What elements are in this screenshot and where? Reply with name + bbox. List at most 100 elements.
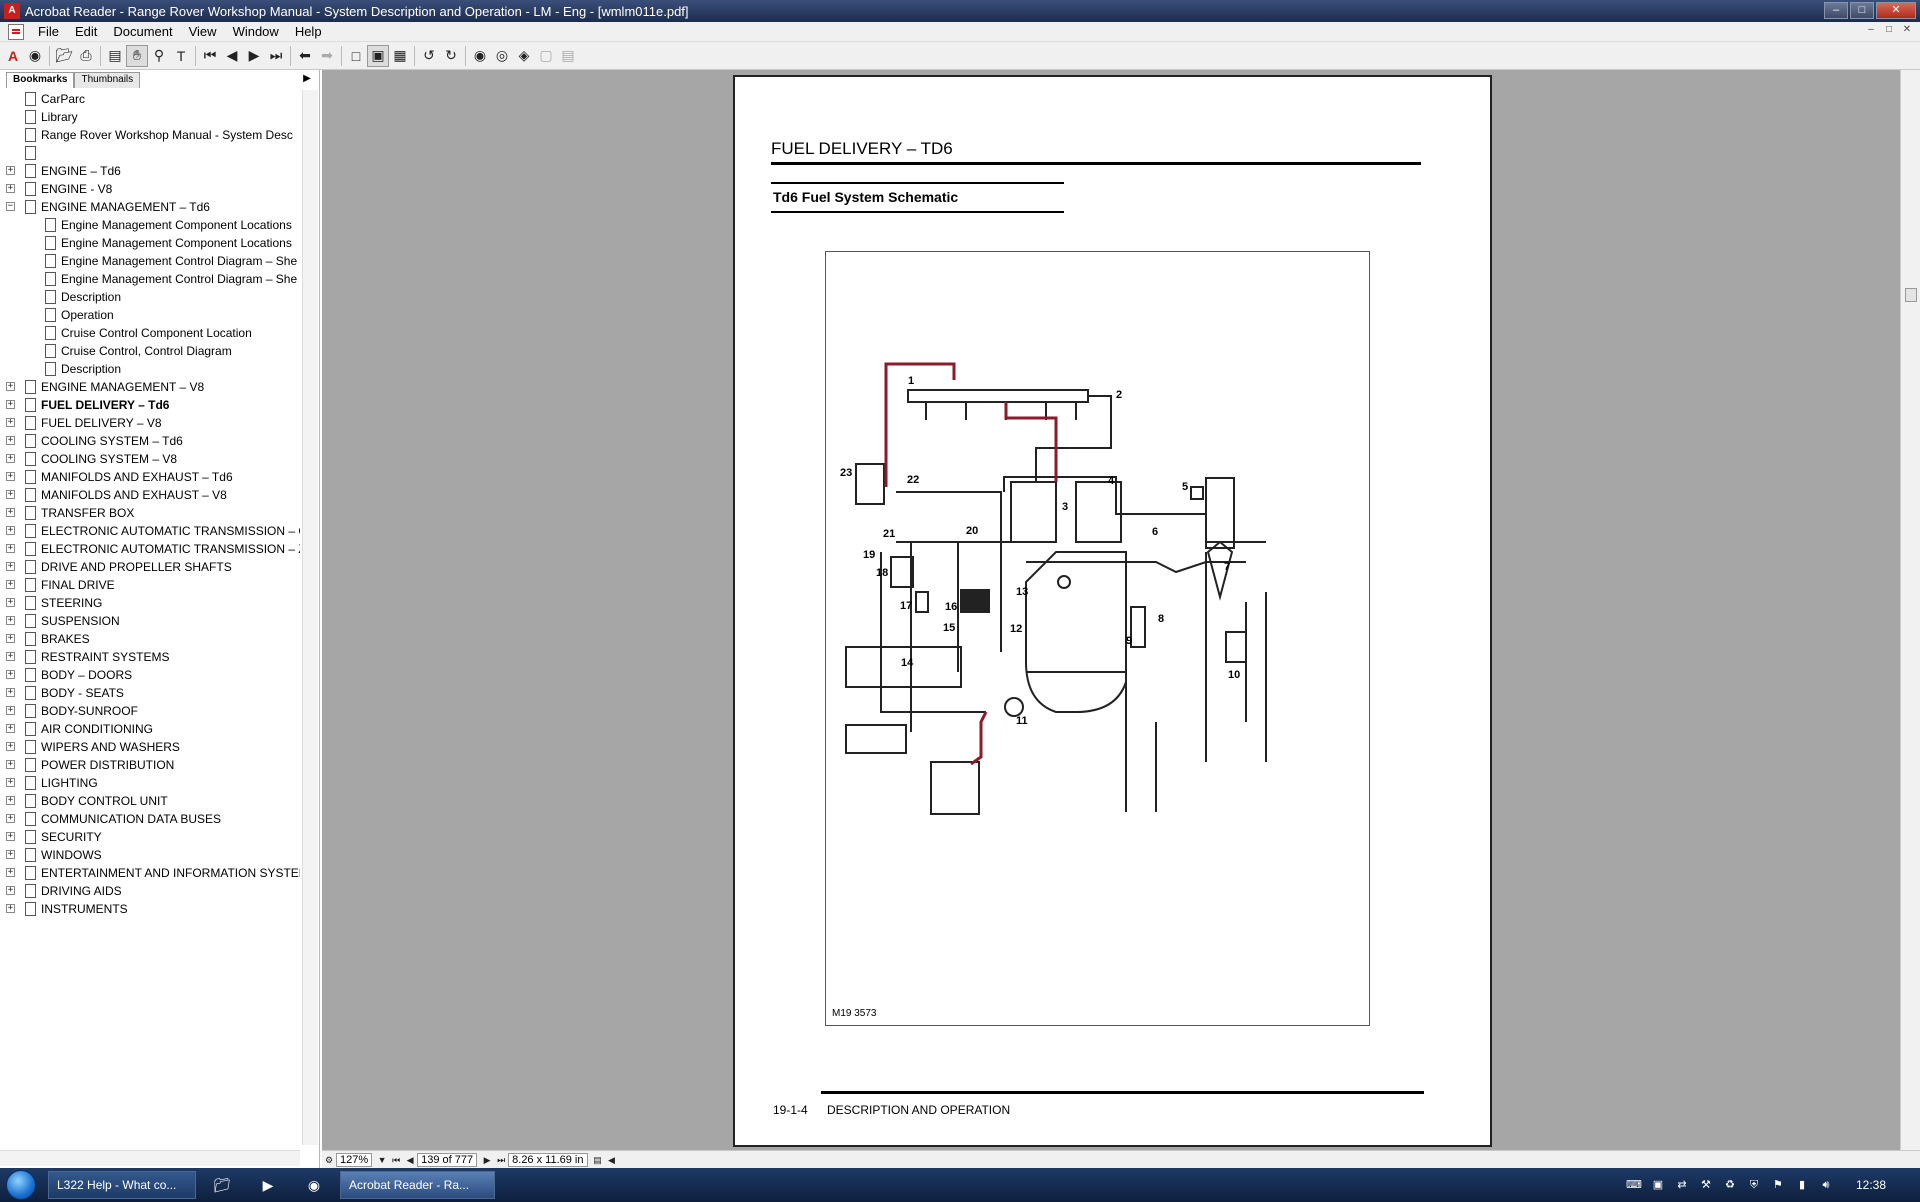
status-previous-page-icon[interactable]: ◀ bbox=[403, 1153, 417, 1167]
menu-window[interactable]: Window bbox=[225, 22, 287, 42]
bookmark-item[interactable]: + ELECTRONIC AUTOMATIC TRANSMISSION – G bbox=[0, 522, 300, 540]
open-icon[interactable]: 📂︎ bbox=[53, 45, 75, 67]
show-navigation-pane-icon[interactable]: ▤ bbox=[104, 45, 126, 67]
expand-icon[interactable]: + bbox=[6, 634, 15, 643]
menu-edit[interactable]: Edit bbox=[67, 22, 105, 42]
disabled-tool-2-icon[interactable]: ▤ bbox=[557, 45, 579, 67]
bookmark-item[interactable] bbox=[0, 144, 300, 162]
collapse-icon[interactable]: − bbox=[6, 202, 15, 211]
bookmark-item[interactable]: + ENGINE - V8 bbox=[0, 180, 300, 198]
bookmark-item[interactable]: + COOLING SYSTEM – V8 bbox=[0, 450, 300, 468]
last-page-icon[interactable]: ⏭︎ bbox=[265, 45, 287, 67]
pane-options-arrow-icon[interactable]: ▶ bbox=[300, 72, 314, 86]
taskbar-clock[interactable]: 12:38 bbox=[1856, 1178, 1886, 1192]
bookmark-item[interactable]: + COOLING SYSTEM – Td6 bbox=[0, 432, 300, 450]
zoom-dropdown-icon[interactable]: ▼ bbox=[375, 1153, 389, 1167]
bookmarks-horizontal-scrollbar[interactable] bbox=[0, 1150, 300, 1166]
menu-view[interactable]: View bbox=[181, 22, 225, 42]
expand-icon[interactable]: + bbox=[6, 904, 15, 913]
tray-signal-icon[interactable]: ▮ bbox=[1794, 1177, 1810, 1193]
expand-icon[interactable]: + bbox=[6, 580, 15, 589]
expand-icon[interactable]: + bbox=[6, 454, 15, 463]
doc-close-button[interactable]: ✕ bbox=[1900, 24, 1914, 38]
document-scrollbar[interactable] bbox=[1900, 70, 1920, 1152]
expand-icon[interactable]: + bbox=[6, 868, 15, 877]
bookmark-item[interactable]: + BRAKES bbox=[0, 630, 300, 648]
bookmark-item[interactable]: + ENTERTAINMENT AND INFORMATION SYSTEM bbox=[0, 864, 300, 882]
status-next-page-icon[interactable]: ▶ bbox=[480, 1153, 494, 1167]
tray-flag-icon[interactable]: ⚑ bbox=[1770, 1177, 1786, 1193]
zoom-menu-icon[interactable]: ⚙ bbox=[322, 1153, 336, 1167]
bookmark-item[interactable]: + RESTRAINT SYSTEMS bbox=[0, 648, 300, 666]
expand-icon[interactable]: + bbox=[6, 616, 15, 625]
status-first-page-icon[interactable]: ⏮︎ bbox=[389, 1153, 403, 1167]
get-acrobat-icon[interactable]: ◉ bbox=[24, 45, 46, 67]
expand-icon[interactable]: + bbox=[6, 706, 15, 715]
doc-restore-button[interactable]: □ bbox=[1882, 24, 1896, 38]
expand-icon[interactable]: + bbox=[6, 652, 15, 661]
task-acrobat-reader[interactable]: Acrobat Reader - Ra... bbox=[340, 1171, 495, 1199]
bookmark-item[interactable]: + DRIVING AIDS bbox=[0, 882, 300, 900]
minimize-button[interactable]: – bbox=[1824, 2, 1848, 19]
zoom-tool-icon[interactable]: ⚲ bbox=[148, 45, 170, 67]
bookmark-item[interactable]: + MANIFOLDS AND EXHAUST – V8 bbox=[0, 486, 300, 504]
menu-help[interactable]: Help bbox=[287, 22, 330, 42]
bookmark-item[interactable]: − ENGINE MANAGEMENT – Td6 bbox=[0, 198, 300, 216]
tray-network-icon[interactable]: ⇄ bbox=[1674, 1177, 1690, 1193]
hand-tool-icon[interactable]: ✋︎ bbox=[126, 44, 148, 67]
doc-minimize-button[interactable]: – bbox=[1864, 24, 1878, 38]
bookmark-item[interactable]: Engine Management Control Diagram – She bbox=[0, 252, 300, 270]
expand-icon[interactable]: + bbox=[6, 688, 15, 697]
scroll-left-icon[interactable]: ◀ bbox=[605, 1153, 619, 1167]
tray-keyboard-icon[interactable]: ⌨ bbox=[1626, 1177, 1642, 1193]
bookmark-item[interactable]: + BODY - SEATS bbox=[0, 684, 300, 702]
document-icon[interactable] bbox=[8, 23, 24, 40]
fit-width-icon[interactable]: ▦ bbox=[389, 45, 411, 67]
bookmark-item[interactable]: CarParc bbox=[0, 90, 300, 108]
media-player-icon[interactable]: ▶ bbox=[248, 1171, 288, 1199]
menu-file[interactable]: File bbox=[30, 22, 67, 42]
expand-icon[interactable]: + bbox=[6, 436, 15, 445]
bookmark-item[interactable]: + ELECTRONIC AUTOMATIC TRANSMISSION – Z bbox=[0, 540, 300, 558]
bookmark-item[interactable]: + BODY-SUNROOF bbox=[0, 702, 300, 720]
rotate-clockwise-icon[interactable]: ↻ bbox=[440, 45, 462, 67]
bookmark-item[interactable]: Engine Management Component Locations bbox=[0, 234, 300, 252]
expand-icon[interactable]: + bbox=[6, 724, 15, 733]
expand-icon[interactable]: + bbox=[6, 472, 15, 481]
next-page-icon[interactable]: ▶ bbox=[243, 45, 265, 67]
fit-page-icon[interactable]: ▣ bbox=[367, 44, 389, 67]
bookmark-item[interactable]: + SUSPENSION bbox=[0, 612, 300, 630]
bookmark-item[interactable]: Engine Management Component Locations bbox=[0, 216, 300, 234]
bookmark-item[interactable]: + FINAL DRIVE bbox=[0, 576, 300, 594]
expand-icon[interactable]: + bbox=[6, 166, 15, 175]
expand-icon[interactable]: + bbox=[6, 184, 15, 193]
start-button[interactable] bbox=[0, 1168, 42, 1202]
bookmark-item[interactable]: + DRIVE AND PROPELLER SHAFTS bbox=[0, 558, 300, 576]
rotate-counterclockwise-icon[interactable]: ↺ bbox=[418, 45, 440, 67]
expand-icon[interactable]: + bbox=[6, 832, 15, 841]
explorer-icon[interactable]: 📁︎ bbox=[202, 1171, 242, 1199]
bookmark-item[interactable]: + FUEL DELIVERY – Td6 bbox=[0, 396, 300, 414]
tray-update-icon[interactable]: ♻ bbox=[1722, 1177, 1738, 1193]
document-scroll-thumb[interactable] bbox=[1905, 288, 1917, 302]
expand-icon[interactable]: + bbox=[6, 400, 15, 409]
bookmark-item[interactable]: + COMMUNICATION DATA BUSES bbox=[0, 810, 300, 828]
tray-volume-icon[interactable]: 🔊︎ bbox=[1818, 1177, 1834, 1193]
actual-size-icon[interactable]: □ bbox=[345, 45, 367, 67]
print-icon[interactable]: ⎙ bbox=[75, 45, 97, 67]
bookmark-item[interactable]: + ENGINE – Td6 bbox=[0, 162, 300, 180]
expand-icon[interactable]: + bbox=[6, 526, 15, 535]
bookmark-item[interactable]: + FUEL DELIVERY – V8 bbox=[0, 414, 300, 432]
bookmark-item[interactable]: + AIR CONDITIONING bbox=[0, 720, 300, 738]
expand-icon[interactable]: + bbox=[6, 814, 15, 823]
close-button[interactable]: ✕ bbox=[1876, 2, 1916, 19]
go-back-icon[interactable]: ⬅︎ bbox=[294, 45, 316, 67]
expand-icon[interactable]: + bbox=[6, 742, 15, 751]
text-select-tool-icon[interactable]: T bbox=[170, 45, 192, 67]
first-page-icon[interactable]: ⏮︎ bbox=[199, 45, 221, 67]
tab-bookmarks[interactable]: Bookmarks bbox=[6, 72, 75, 88]
expand-icon[interactable]: + bbox=[6, 778, 15, 787]
bookmark-item[interactable]: + SECURITY bbox=[0, 828, 300, 846]
status-last-page-icon[interactable]: ⏭︎ bbox=[494, 1153, 508, 1167]
expand-icon[interactable]: + bbox=[6, 670, 15, 679]
